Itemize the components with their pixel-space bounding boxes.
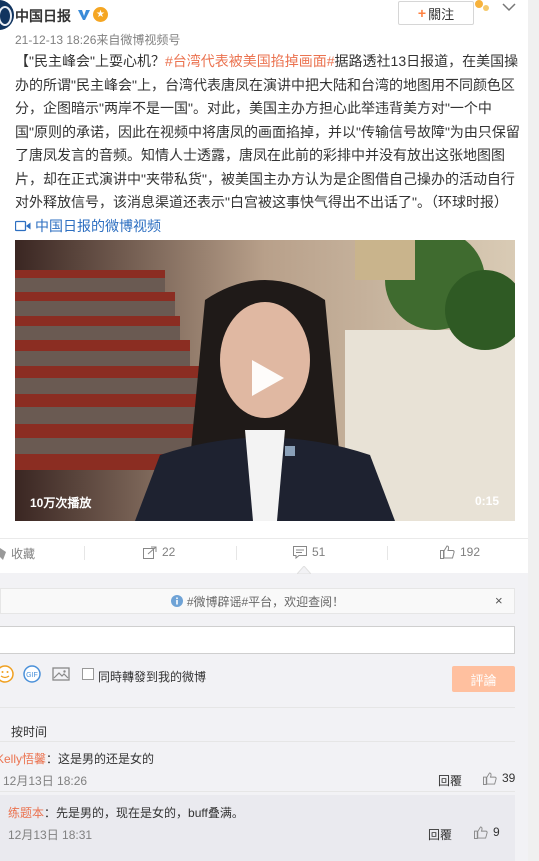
post-meta: 21-12-13 18:26来自微博视频号 (15, 33, 181, 47)
follow-button[interactable]: + 關注 (398, 1, 474, 25)
divider (84, 546, 85, 560)
follow-label: 關注 (428, 6, 455, 22)
author-avatar[interactable] (0, 0, 14, 30)
thumbs-up-icon (483, 771, 497, 785)
comment-text: ：这是男的还是女的 (46, 752, 155, 766)
verified-v-icon (78, 10, 90, 20)
thumbs-up-icon (474, 825, 488, 839)
divider (0, 791, 515, 792)
comment-like-button[interactable]: 39 (483, 771, 515, 785)
comment-count: 51 (312, 545, 326, 559)
like-count: 192 (460, 545, 481, 559)
post-text: 【"民主峰会"上耍心机？#台湾代表被美国掐掉画面#据路透社13日报道，在美国操办… (15, 50, 520, 238)
play-icon[interactable] (246, 358, 286, 398)
action-bar: 收藏 22 51 192 (0, 538, 539, 567)
gif-icon[interactable]: GIF (23, 665, 41, 683)
svg-text:GIF: GIF (26, 672, 38, 679)
view-count: 10万次播放 (30, 496, 92, 510)
info-icon (170, 595, 183, 607)
plus-icon: + (417, 5, 427, 21)
divider (236, 546, 237, 560)
sub-comment-user[interactable]: 练题本 (8, 806, 44, 820)
post-lead: 【"民主峰会"上耍心机？ (15, 53, 165, 69)
sub-reply-button[interactable]: 回覆 (428, 826, 452, 843)
sub-comment-like-button[interactable]: 9 (474, 825, 500, 839)
caret-up-icon (297, 566, 311, 574)
hashtag-link[interactable]: #台湾代表被美国掐掉画面# (165, 53, 335, 69)
emoji-icon[interactable] (0, 665, 14, 683)
submit-comment-button[interactable]: 評論 (452, 666, 515, 692)
comment-user[interactable]: Kelly悟馨 (0, 752, 46, 766)
thumbs-up-icon (440, 545, 455, 559)
comment-time: 12月13日 18:26 (3, 774, 88, 788)
repost-checkbox-label[interactable]: 同時轉發到我的微博 (98, 668, 206, 685)
post-body: 据路透社13日报道，在美国操办的所谓"民主峰会"上，台湾代表唐凤在演讲中把大陆和… (15, 53, 520, 210)
repost-checkbox[interactable] (82, 668, 94, 680)
sub-comment-text: ：先是男的，现在是女的，buff叠满。 (44, 806, 244, 820)
share-count: 22 (162, 545, 176, 559)
comment-button[interactable]: 51 (293, 545, 325, 559)
author-name[interactable]: 中国日报 (15, 6, 71, 26)
scrollbar[interactable] (528, 0, 539, 861)
comment-icon (293, 545, 307, 559)
video-source-link[interactable]: 中国日报的微博视频 (35, 218, 161, 234)
image-icon[interactable] (52, 665, 70, 683)
sparkle-decoration-icon (475, 0, 489, 11)
sub-comment-time: 12月13日 18:31 (8, 828, 93, 842)
divider (0, 707, 515, 708)
medal-badge-icon: ★ (93, 7, 108, 22)
sub-comment-like-count: 9 (493, 825, 500, 839)
rumor-notice-bar: #微博辟谣#平台，欢迎查阅！ (0, 588, 515, 614)
favorite-button[interactable]: 收藏 (0, 545, 35, 562)
notice-text[interactable]: #微博辟谣#平台，欢迎查阅！ (187, 593, 344, 610)
comment-like-count: 39 (502, 771, 516, 785)
divider (387, 546, 388, 560)
chevron-down-icon[interactable] (502, 2, 516, 12)
video-camera-icon (15, 220, 31, 231)
like-button[interactable]: 192 (440, 545, 480, 559)
reply-button[interactable]: 回覆 (438, 772, 462, 789)
share-button[interactable]: 22 (143, 545, 175, 559)
sort-by-time-tab[interactable]: 按时间 (11, 723, 47, 740)
video-duration: 0:15 (475, 494, 500, 508)
comment-input[interactable] (0, 626, 515, 654)
share-icon (143, 546, 157, 559)
star-icon (0, 547, 6, 560)
sub-comment-item: 练题本：先是男的，现在是女的，buff叠满。 (8, 804, 244, 821)
close-icon[interactable]: × (495, 593, 503, 608)
divider (0, 741, 515, 742)
favorite-label: 收藏 (11, 547, 36, 561)
comment-item: Kelly悟馨：这是男的还是女的 (0, 750, 154, 767)
